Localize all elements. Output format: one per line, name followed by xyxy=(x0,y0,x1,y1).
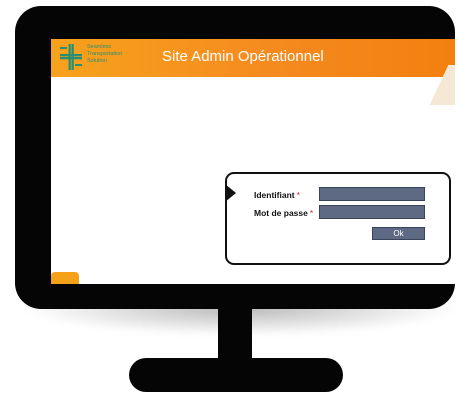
footer-tab xyxy=(51,272,79,284)
password-label-text: Mot de passe xyxy=(254,208,308,218)
pointer-arrow-icon xyxy=(225,184,236,202)
app-header: Seamless Transportation Solution Site Ad… xyxy=(51,39,455,105)
logo-line: Solution xyxy=(87,58,107,64)
logo-line: Transportation xyxy=(87,51,123,57)
monitor-base xyxy=(129,358,343,392)
password-input[interactable] xyxy=(319,205,425,219)
logo-line: Seamless xyxy=(87,44,112,50)
company-logo: Seamless Transportation Solution xyxy=(59,43,149,73)
ok-button[interactable]: Ok xyxy=(372,227,425,240)
monitor-neck xyxy=(218,309,252,361)
password-label: Mot de passe * xyxy=(254,208,313,218)
logo-text: Seamless Transportation Solution xyxy=(87,44,147,65)
screen: Seamless Transportation Solution Site Ad… xyxy=(51,39,455,284)
page-title: Site Admin Opérationnel xyxy=(162,48,324,65)
login-panel: Identifiant * Mot de passe * Ok xyxy=(225,172,451,265)
logo-cross-icon xyxy=(60,44,82,70)
required-marker: * xyxy=(296,190,300,200)
username-label: Identifiant * xyxy=(254,190,300,200)
username-input[interactable] xyxy=(319,187,425,201)
required-marker: * xyxy=(309,208,314,218)
monitor-frame: Seamless Transportation Solution Site Ad… xyxy=(15,6,455,309)
username-label-text: Identifiant xyxy=(254,190,295,200)
header-corner-decoration xyxy=(429,65,455,105)
